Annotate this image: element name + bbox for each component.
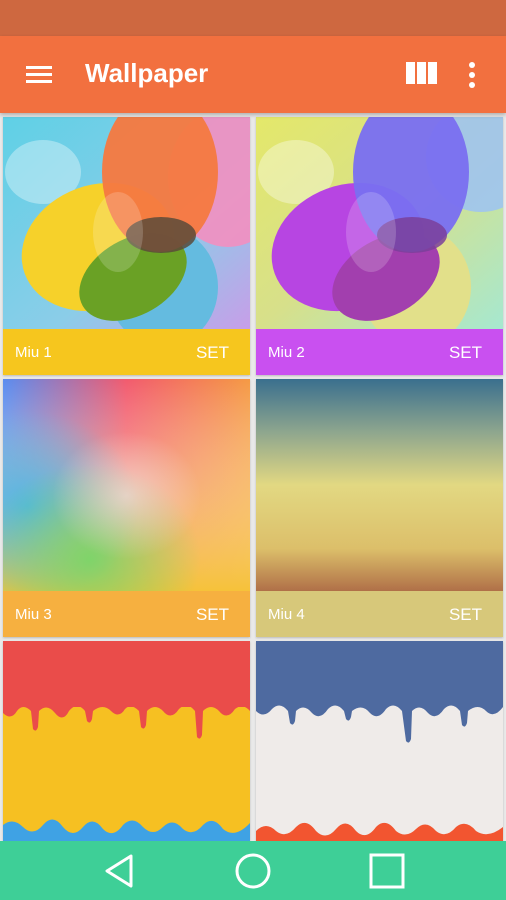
wallpaper-thumbnail[interactable] xyxy=(256,117,503,329)
navigation-bar xyxy=(0,841,506,900)
more-vert-icon[interactable] xyxy=(460,58,484,92)
wallpaper-name: Miu 3 xyxy=(15,606,52,623)
wallpaper-grid: Miu 1 SET Miu 2 SET Miu 3 SET Miu 4 SET xyxy=(0,113,506,841)
wallpaper-footer: Miu 1 SET xyxy=(3,329,250,375)
wallpaper-card[interactable] xyxy=(3,641,250,841)
wallpaper-name: Miu 2 xyxy=(268,344,305,361)
wallpaper-thumbnail[interactable] xyxy=(3,117,250,329)
wallpaper-card[interactable]: Miu 4 SET xyxy=(256,379,503,637)
status-bar xyxy=(0,0,506,36)
set-wallpaper-button[interactable]: SET xyxy=(449,605,482,625)
back-triangle-icon[interactable] xyxy=(100,851,140,891)
app-bar: Wallpaper xyxy=(0,36,506,113)
wallpaper-card[interactable]: Miu 1 SET xyxy=(3,117,250,375)
set-wallpaper-button[interactable]: SET xyxy=(196,605,229,625)
wallpaper-footer: Miu 2 SET xyxy=(256,329,503,375)
hamburger-menu-icon[interactable] xyxy=(22,60,56,88)
page-title: Wallpaper xyxy=(85,58,209,88)
wallpaper-thumbnail[interactable] xyxy=(3,641,250,841)
wallpaper-footer: Miu 4 SET xyxy=(256,591,503,637)
column-grid-icon[interactable] xyxy=(405,61,439,87)
wallpaper-card[interactable]: Miu 3 SET xyxy=(3,379,250,637)
wallpaper-card[interactable]: Miu 2 SET xyxy=(256,117,503,375)
set-wallpaper-button[interactable]: SET xyxy=(449,343,482,363)
home-circle-icon[interactable] xyxy=(233,851,273,891)
wallpaper-name: Miu 1 xyxy=(15,344,52,361)
wallpaper-name: Miu 4 xyxy=(268,606,305,623)
recents-square-icon[interactable] xyxy=(367,851,407,891)
wallpaper-thumbnail[interactable] xyxy=(3,379,250,591)
set-wallpaper-button[interactable]: SET xyxy=(196,343,229,363)
wallpaper-footer: Miu 3 SET xyxy=(3,591,250,637)
wallpaper-thumbnail[interactable] xyxy=(256,641,503,841)
wallpaper-card[interactable] xyxy=(256,641,503,841)
wallpaper-thumbnail[interactable] xyxy=(256,379,503,591)
